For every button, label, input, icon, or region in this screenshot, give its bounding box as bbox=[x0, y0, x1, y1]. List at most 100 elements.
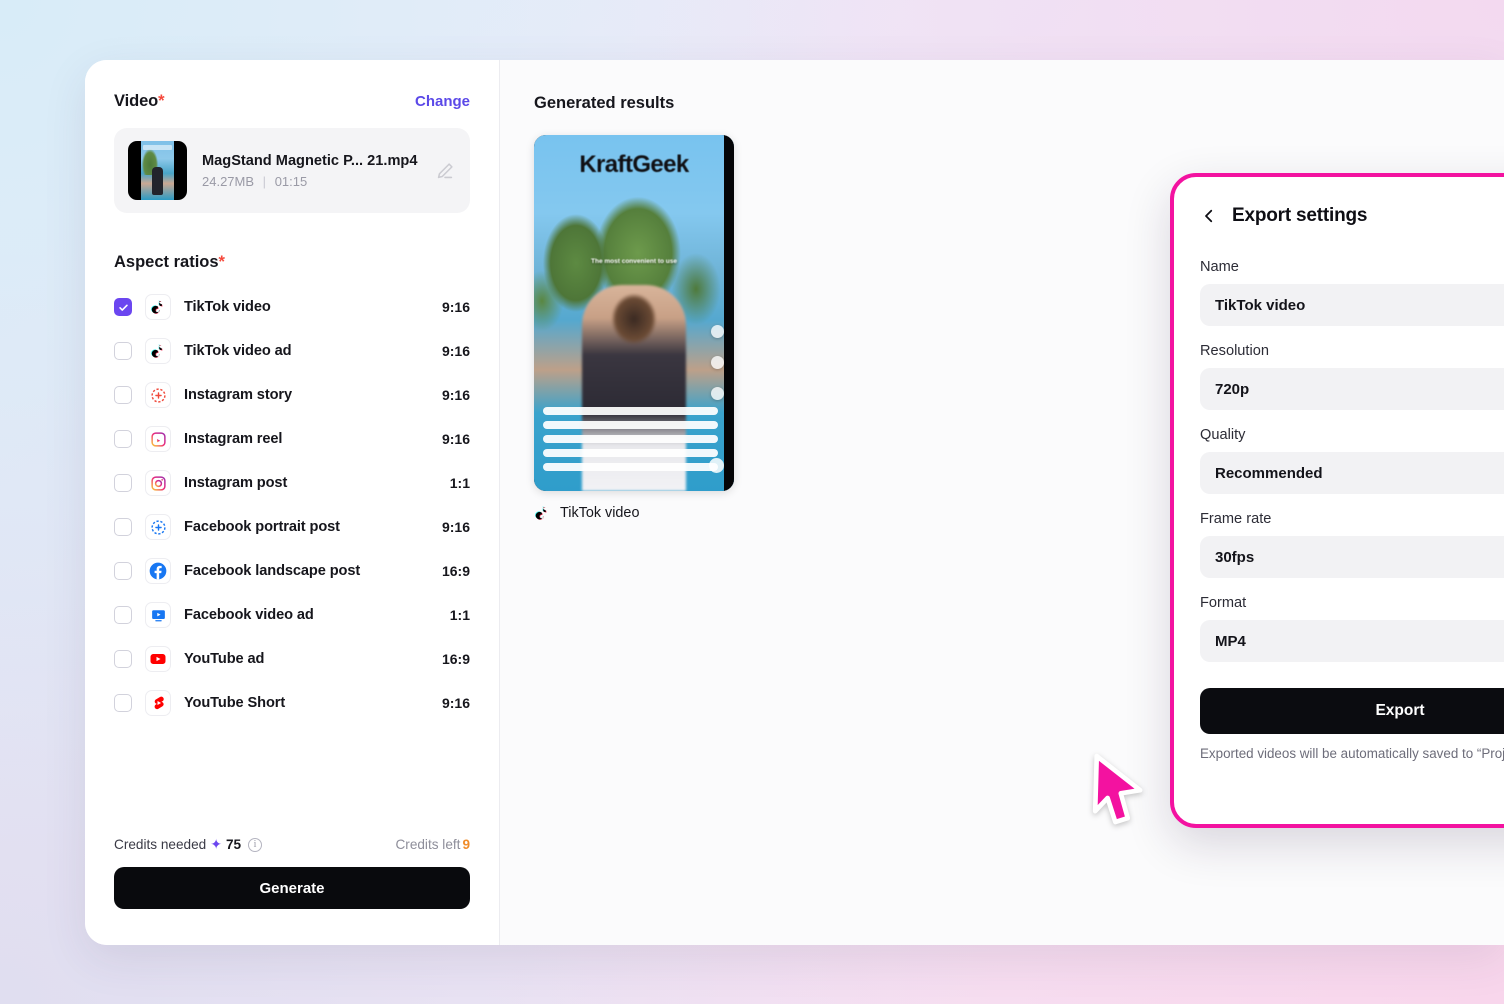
required-asterisk: * bbox=[158, 92, 165, 110]
aspect-ratio-value: 16:9 bbox=[441, 563, 470, 579]
checkbox-tiktok-video-ad[interactable] bbox=[114, 342, 132, 360]
aspect-ratio-row-instagram-story[interactable]: Instagram story 9:16 bbox=[114, 373, 470, 417]
frame-rate-value: 30fps bbox=[1215, 548, 1255, 566]
facebook-video-ad-icon bbox=[145, 602, 171, 628]
generate-button[interactable]: Generate bbox=[114, 867, 470, 909]
aspect-ratio-label: Instagram reel bbox=[184, 431, 283, 447]
export-settings-modal: Export settings Name TikTok video Resolu… bbox=[1170, 173, 1504, 828]
chevron-left-icon[interactable] bbox=[1200, 207, 1218, 225]
aspect-ratio-value: 9:16 bbox=[441, 695, 470, 711]
aspect-ratio-label: TikTok video ad bbox=[184, 343, 292, 359]
meta-separator: | bbox=[262, 173, 267, 189]
video-file-card[interactable]: MagStand Magnetic P... 21.mp4 24.27MB | … bbox=[114, 128, 470, 213]
sparkle-icon: ✦ bbox=[210, 836, 222, 852]
left-panel-footer: Credits needed ✦ 75 i Credits left 9 Gene… bbox=[85, 836, 499, 945]
checkbox-youtube-short[interactable] bbox=[114, 694, 132, 712]
app-window: Video* Change MagStand Magnetic P... 21.… bbox=[85, 60, 1504, 945]
checkbox-youtube-ad[interactable] bbox=[114, 650, 132, 668]
aspect-ratio-row-facebook-landscape-post[interactable]: Facebook landscape post 16:9 bbox=[114, 549, 470, 593]
quality-label: Quality bbox=[1200, 427, 1246, 443]
aspect-ratio-value: 9:16 bbox=[441, 343, 470, 359]
aspect-ratio-label: TikTok video bbox=[184, 299, 271, 315]
video-file-name: MagStand Magnetic P... 21.mp4 bbox=[202, 152, 418, 169]
quality-select[interactable]: Recommended bbox=[1200, 452, 1504, 494]
pencil-icon[interactable] bbox=[434, 160, 456, 182]
result-label: TikTok video bbox=[560, 505, 640, 521]
tiktok-icon bbox=[145, 294, 171, 320]
resolution-select[interactable]: 720p bbox=[1200, 368, 1504, 410]
name-label: Name bbox=[1200, 259, 1239, 275]
format-select[interactable]: MP4 bbox=[1200, 620, 1504, 662]
video-section-header: Video* Change bbox=[114, 92, 470, 111]
aspect-ratio-value: 9:16 bbox=[441, 299, 470, 315]
credits-row: Credits needed ✦ 75 i Credits left 9 bbox=[114, 836, 470, 853]
aspect-ratio-value: 9:16 bbox=[441, 519, 470, 535]
name-input[interactable]: TikTok video bbox=[1200, 284, 1504, 326]
checkbox-instagram-story[interactable] bbox=[114, 386, 132, 404]
checkbox-tiktok-video[interactable] bbox=[114, 298, 132, 316]
aspect-ratio-row-facebook-portrait-post[interactable]: Facebook portrait post 9:16 bbox=[114, 505, 470, 549]
checkbox-instagram-post[interactable] bbox=[114, 474, 132, 492]
credits-needed-label: Credits needed bbox=[114, 837, 207, 852]
aspect-ratio-label: Facebook landscape post bbox=[184, 563, 361, 579]
aspect-ratio-value: 16:9 bbox=[441, 651, 470, 667]
aspect-ratio-row-instagram-post[interactable]: Instagram post 1:1 bbox=[114, 461, 470, 505]
instagram-story-icon bbox=[145, 382, 171, 408]
required-asterisk: * bbox=[218, 253, 225, 271]
aspect-ratio-row-instagram-reel[interactable]: Instagram reel 9:16 bbox=[114, 417, 470, 461]
credits-needed: Credits needed ✦ 75 i bbox=[114, 836, 263, 853]
format-value: MP4 bbox=[1215, 632, 1246, 650]
aspect-ratios-label: Aspect ratios bbox=[114, 253, 219, 271]
aspect-ratio-row-youtube-short[interactable]: YouTube Short 9:16 bbox=[114, 681, 470, 725]
video-thumbnail bbox=[128, 141, 187, 200]
aspect-ratio-row-facebook-video-ad[interactable]: Facebook video ad 1:1 bbox=[114, 593, 470, 637]
field-format: Format MP4 bbox=[1200, 595, 1504, 662]
left-panel: Video* Change MagStand Magnetic P... 21.… bbox=[85, 60, 500, 945]
checkbox-facebook-landscape-post[interactable] bbox=[114, 562, 132, 580]
result-label-row: TikTok video bbox=[534, 505, 734, 521]
tiktok-icon bbox=[145, 338, 171, 364]
aspect-ratio-value: 9:16 bbox=[441, 431, 470, 447]
info-icon[interactable]: i bbox=[248, 837, 263, 852]
generated-results-title: Generated results bbox=[534, 94, 675, 112]
aspect-ratio-label: Instagram post bbox=[184, 475, 288, 491]
preview-caption-bars bbox=[543, 407, 718, 477]
instagram-reel-icon bbox=[145, 426, 171, 452]
aspect-ratio-row-tiktok-video-ad[interactable]: TikTok video ad 9:16 bbox=[114, 329, 470, 373]
field-resolution: Resolution 720p bbox=[1200, 343, 1504, 410]
tiktok-icon bbox=[535, 506, 547, 520]
video-file-meta: MagStand Magnetic P... 21.mp4 24.27MB | … bbox=[202, 153, 419, 189]
youtube-icon bbox=[145, 646, 171, 672]
video-file-duration: 01:15 bbox=[274, 173, 308, 189]
aspect-ratio-label: Facebook portrait post bbox=[184, 519, 340, 535]
facebook-story-icon bbox=[145, 514, 171, 540]
resolution-value: 720p bbox=[1215, 380, 1250, 398]
checkbox-instagram-reel[interactable] bbox=[114, 430, 132, 448]
aspect-ratios-title: Aspect ratios* bbox=[114, 253, 470, 272]
aspect-ratio-row-youtube-ad[interactable]: YouTube ad 16:9 bbox=[114, 637, 470, 681]
aspect-ratio-value: 1:1 bbox=[449, 475, 470, 491]
export-button[interactable]: Export bbox=[1200, 688, 1504, 734]
aspect-ratio-label: Instagram story bbox=[184, 387, 292, 403]
quality-value: Recommended bbox=[1215, 464, 1323, 482]
field-name: Name TikTok video bbox=[1200, 259, 1504, 326]
credits-left-value: 9 bbox=[462, 837, 470, 852]
credits-needed-value: 75 bbox=[225, 837, 242, 852]
preview-caption: The most convenient to use bbox=[591, 258, 677, 265]
aspect-ratio-label: YouTube ad bbox=[184, 651, 265, 667]
field-quality: Quality Recommended bbox=[1200, 427, 1504, 494]
frame-rate-select[interactable]: 30fps bbox=[1200, 536, 1504, 578]
video-file-size: 24.27MB bbox=[202, 173, 255, 189]
aspect-ratio-label: YouTube Short bbox=[184, 695, 286, 711]
modal-header: Export settings bbox=[1200, 201, 1504, 231]
checkbox-facebook-video-ad[interactable] bbox=[114, 606, 132, 624]
video-file-sub: 24.27MB | 01:15 bbox=[202, 174, 419, 189]
change-video-link[interactable]: Change bbox=[415, 93, 470, 110]
aspect-ratio-row-tiktok-video[interactable]: TikTok video 9:16 bbox=[114, 285, 470, 329]
result-card[interactable]: KraftGeek The most convenient to use Tik… bbox=[534, 135, 734, 521]
video-preview[interactable]: KraftGeek The most convenient to use bbox=[534, 135, 734, 491]
resolution-label: Resolution bbox=[1200, 343, 1269, 359]
export-footer-note: Exported videos will be automatically sa… bbox=[1200, 746, 1504, 761]
checkbox-facebook-portrait-post[interactable] bbox=[114, 518, 132, 536]
video-section-title: Video* bbox=[114, 92, 165, 111]
